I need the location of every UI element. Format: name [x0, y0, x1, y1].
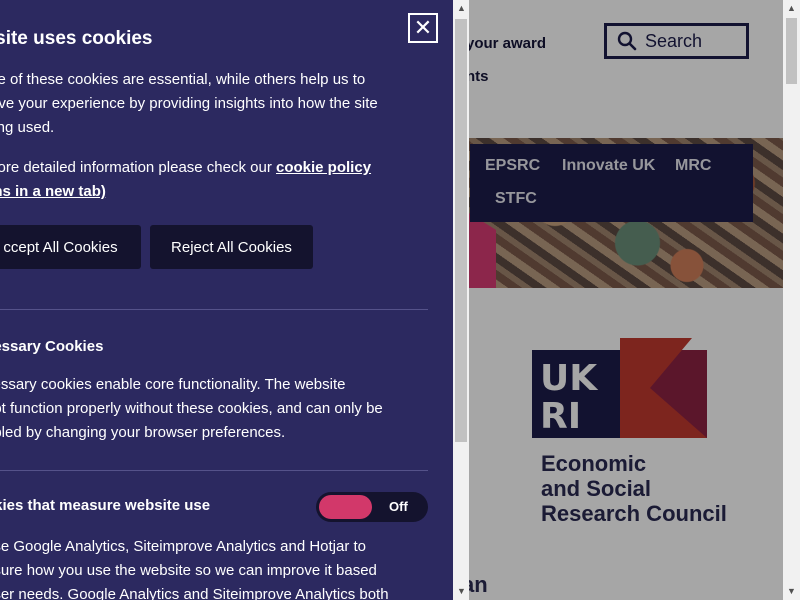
- scroll-down-icon[interactable]: ▼: [787, 586, 796, 596]
- close-icon: ✕: [413, 15, 433, 40]
- cookie-intro-text: me of these cookies are essential, while…: [0, 68, 378, 140]
- necessary-cookies-description: cessary cookies enable core functionalit…: [0, 373, 383, 445]
- cookie-panel-scrollbar[interactable]: ▲ ▼: [453, 0, 469, 600]
- divider: [0, 470, 428, 471]
- intro-line-2: rove your experience by providing insigh…: [0, 95, 378, 112]
- cookie-panel-scrollbar-thumb[interactable]: [455, 19, 467, 442]
- necessary-cookies-title: cessary Cookies: [0, 338, 104, 355]
- toggle-state-label: Off: [389, 499, 408, 514]
- necessary-line-2: not function properly without these cook…: [0, 400, 383, 417]
- divider: [0, 309, 428, 310]
- necessary-line-1: cessary cookies enable core functionalit…: [0, 376, 346, 393]
- scroll-up-icon[interactable]: ▲: [457, 3, 466, 13]
- cookie-consent-panel: ✕ is site uses cookies me of these cooki…: [0, 0, 453, 600]
- cookie-policy-text: more detailed information please check o…: [0, 156, 371, 204]
- analytics-cookies-toggle[interactable]: Off: [316, 492, 428, 522]
- analytics-line-1: use Google Analytics, Siteimprove Analyt…: [0, 538, 367, 555]
- accept-all-cookies-button[interactable]: ccept All Cookies: [0, 225, 141, 269]
- cookie-policy-link[interactable]: cookie policy: [276, 159, 371, 176]
- reject-all-cookies-button[interactable]: Reject All Cookies: [150, 225, 313, 269]
- scroll-down-icon[interactable]: ▼: [457, 586, 466, 596]
- intro-line-3: eing used.: [0, 119, 55, 136]
- policy-prefix: more detailed information please check o…: [0, 159, 276, 176]
- page-scrollbar-thumb[interactable]: [786, 18, 797, 84]
- intro-line-1: me of these cookies are essential, while…: [0, 71, 366, 88]
- analytics-line-3: user needs. Google Analytics and Siteimp…: [0, 586, 389, 600]
- toggle-knob: [319, 495, 372, 519]
- close-button[interactable]: ✕: [408, 13, 438, 43]
- analytics-line-2: asure how you use the website so we can …: [0, 562, 377, 579]
- cookie-policy-link-continued[interactable]: ens in a new tab): [0, 183, 106, 200]
- scroll-up-icon[interactable]: ▲: [787, 3, 796, 13]
- analytics-cookies-description: use Google Analytics, Siteimprove Analyt…: [0, 535, 389, 600]
- analytics-cookies-title: okies that measure website use: [0, 497, 211, 514]
- necessary-line-3: abled by changing your browser preferenc…: [0, 424, 286, 441]
- cookie-panel-title: is site uses cookies: [0, 28, 153, 49]
- page-scrollbar[interactable]: ▲ ▼: [783, 0, 800, 600]
